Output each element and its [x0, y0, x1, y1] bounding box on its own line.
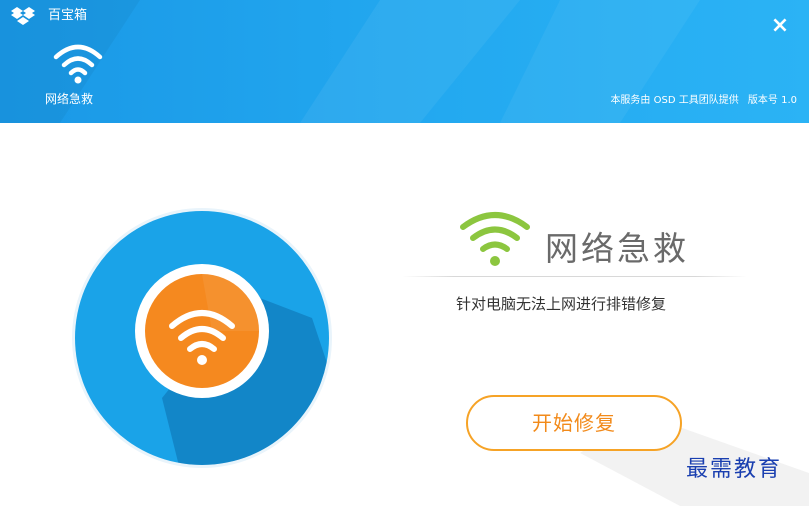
tool-label[interactable]: 网络急救 — [45, 92, 93, 106]
page-title: 网络急救 — [545, 229, 689, 268]
main-panel: 网络急救 针对电脑无法上网进行排错修复 开始修复 最需教育 — [0, 123, 809, 506]
credit-text: 本服务由 OSD 工具团队提供 — [610, 95, 739, 106]
credit-line: 本服务由 OSD 工具团队提供 版本号 1.0 — [610, 94, 797, 107]
start-repair-button[interactable]: 开始修复 — [466, 395, 682, 451]
wifi-tool-icon[interactable] — [50, 40, 106, 86]
dropbox-logo-icon — [11, 7, 35, 25]
close-button[interactable]: × — [768, 14, 792, 38]
header-bar: 百宝箱 × 网络急救 本服务由 OSD 工具团队提供 版本号 1.0 — [0, 0, 809, 123]
close-icon: × — [770, 13, 790, 38]
title-divider — [402, 276, 747, 277]
version-text: 版本号 1.0 — [747, 95, 797, 106]
app-title: 百宝箱 — [48, 8, 88, 23]
page-subtitle: 针对电脑无法上网进行排错修复 — [456, 295, 667, 313]
wifi-icon — [460, 212, 530, 266]
network-rescue-badge — [72, 208, 332, 468]
watermark-text: 最需教育 — [686, 457, 783, 482]
